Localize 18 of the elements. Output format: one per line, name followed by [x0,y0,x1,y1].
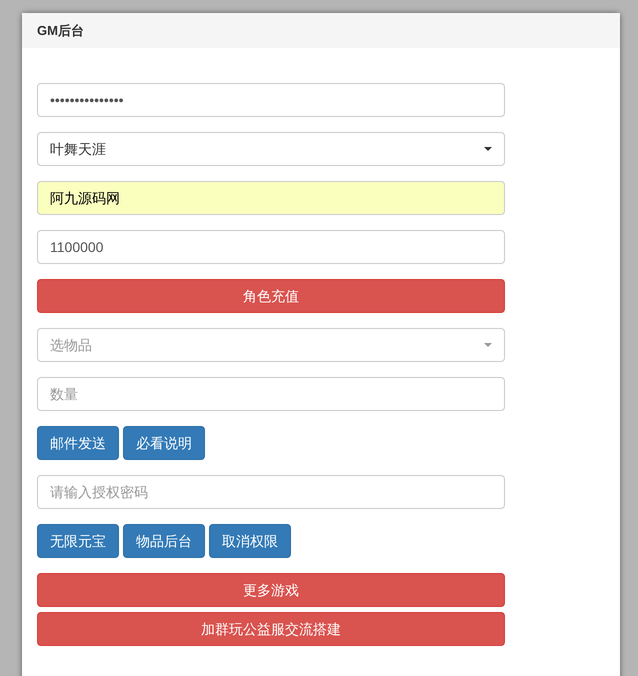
action-button[interactable]: 加群玩公益服交流搭建 [37,612,505,646]
input-field[interactable]: 请输入授权密码 [37,475,505,509]
input-field[interactable]: 阿九源码网 [37,181,505,215]
action-button[interactable]: 更多游戏 [37,573,505,607]
action-button[interactable]: 无限元宝 [37,524,119,558]
action-button[interactable]: 物品后台 [123,524,205,558]
action-button[interactable]: 取消权限 [209,524,291,558]
input-field[interactable]: 1100000 [37,230,505,264]
action-button[interactable]: 必看说明 [123,426,205,460]
action-button[interactable]: 角色充值 [37,279,505,313]
action-button[interactable]: 邮件发送 [37,426,119,460]
input-field[interactable]: ••••••••••••••• [37,83,505,117]
caret-icon [484,147,492,151]
panel-title: GM后台 [37,22,84,40]
caret-icon [484,343,492,347]
select-dropdown[interactable]: 叶舞天涯 [37,132,505,166]
select-dropdown[interactable]: 选物品 [37,328,505,362]
input-field[interactable]: 数量 [37,377,505,411]
